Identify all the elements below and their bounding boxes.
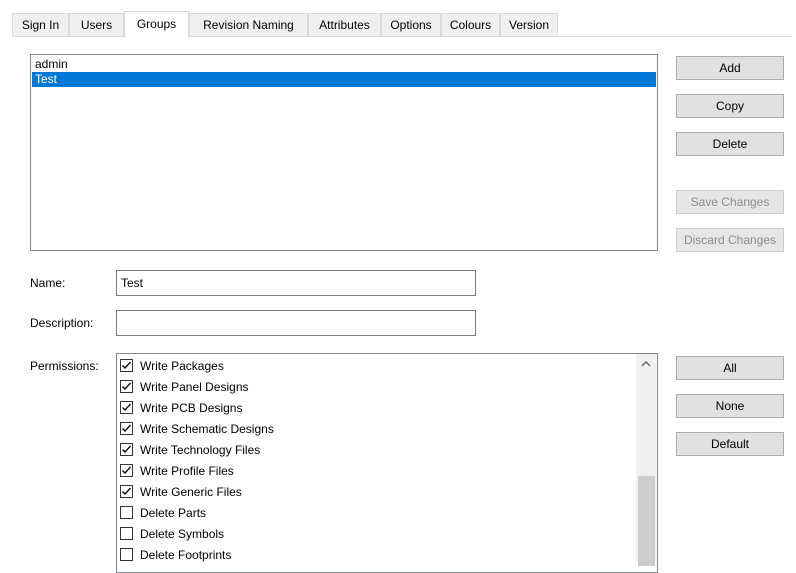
checkbox[interactable] — [120, 548, 133, 561]
description-field[interactable] — [116, 310, 476, 336]
tab-users[interactable]: Users — [69, 13, 124, 36]
list-item-selected[interactable]: Test — [32, 72, 656, 87]
permissions-label: Permissions: — [30, 359, 99, 373]
save-changes-button[interactable]: Save Changes — [676, 190, 784, 214]
name-field[interactable]: Test — [116, 270, 476, 296]
tab-strip: Sign In Users Groups Revision Naming Att… — [12, 11, 792, 38]
checkbox-checked[interactable] — [120, 380, 133, 393]
permission-label: Delete Footprints — [140, 548, 232, 562]
permission-label: Write PCB Designs — [140, 401, 243, 415]
checkbox-checked[interactable] — [120, 422, 133, 435]
checkbox-checked[interactable] — [120, 401, 133, 414]
none-button[interactable]: None — [676, 394, 784, 418]
tab-options[interactable]: Options — [381, 13, 441, 36]
checkbox-checked[interactable] — [120, 485, 133, 498]
tab-attributes[interactable]: Attributes — [308, 13, 381, 36]
permission-label: Write Profile Files — [140, 464, 234, 478]
permission-label: Delete Parts — [140, 506, 207, 520]
permission-label: Write Schematic Designs — [140, 422, 274, 436]
groups-listbox[interactable]: admin Test — [30, 54, 658, 251]
scroll-up-arrow-icon[interactable] — [636, 354, 656, 374]
tab-version[interactable]: Version — [500, 13, 558, 36]
permission-label: Write Panel Designs — [140, 380, 249, 394]
permission-label: Write Technology Files — [140, 443, 261, 457]
name-label: Name: — [30, 276, 66, 290]
permissions-scrollbar[interactable] — [636, 354, 656, 566]
list-item[interactable]: admin — [32, 57, 656, 72]
permission-label: Write Generic Files — [140, 485, 242, 499]
default-button[interactable]: Default — [676, 432, 784, 456]
scroll-thumb[interactable] — [638, 476, 655, 566]
checkbox-checked[interactable] — [120, 443, 133, 456]
tab-sign-in[interactable]: Sign In — [12, 13, 69, 36]
delete-button[interactable]: Delete — [676, 132, 784, 156]
all-button[interactable]: All — [676, 356, 784, 380]
tab-revision-naming[interactable]: Revision Naming — [189, 13, 308, 36]
checkbox-checked[interactable] — [120, 464, 133, 477]
permission-label: Delete Symbols — [140, 527, 225, 541]
add-button[interactable]: Add — [676, 56, 784, 80]
checkbox[interactable] — [120, 506, 133, 519]
checkbox[interactable] — [120, 527, 133, 540]
tab-colours[interactable]: Colours — [441, 13, 500, 36]
copy-button[interactable]: Copy — [676, 94, 784, 118]
tab-groups[interactable]: Groups — [124, 11, 189, 38]
checkbox-checked[interactable] — [120, 359, 133, 372]
permissions-list[interactable]: Write Packages Write Panel Designs Write… — [116, 353, 658, 573]
description-label: Description: — [30, 316, 94, 330]
permission-label: Write Packages — [140, 359, 224, 373]
discard-changes-button[interactable]: Discard Changes — [676, 228, 784, 252]
